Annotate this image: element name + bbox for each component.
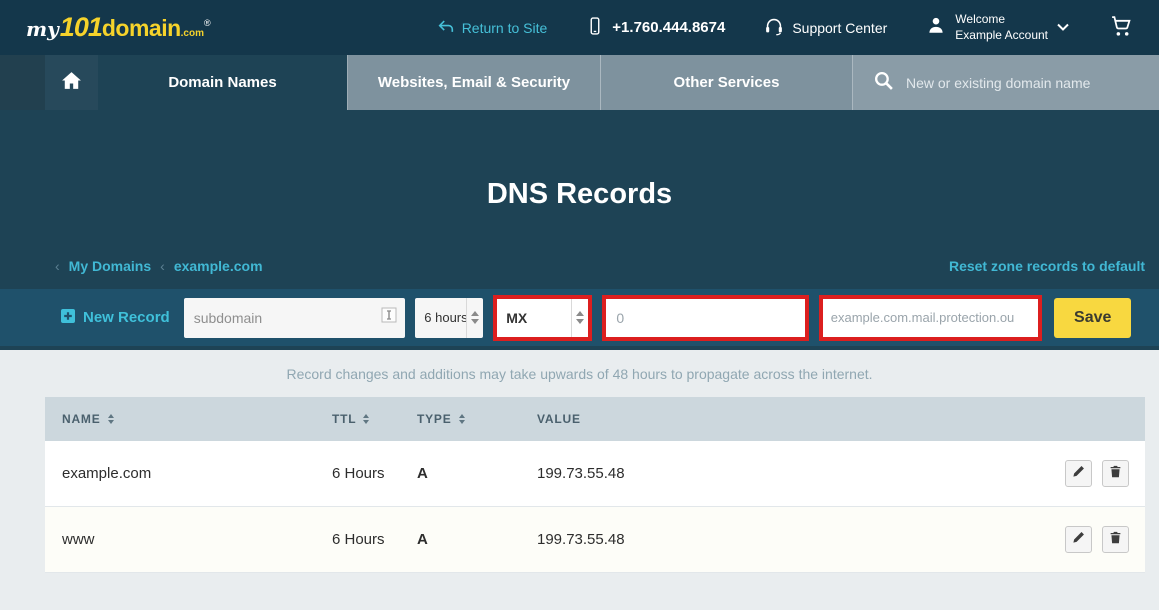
return-arrow-icon	[437, 19, 455, 37]
delete-record-button[interactable]	[1102, 526, 1129, 553]
table-header: NAME TTL TYPE VALUE	[45, 397, 1145, 441]
record-ttl: 6 Hours	[332, 531, 417, 548]
priority-input[interactable]	[616, 310, 794, 326]
priority-field-wrap	[602, 295, 808, 341]
logo-text: my	[26, 17, 59, 41]
record-ttl: 6 Hours	[332, 465, 417, 482]
breadcrumb-domain[interactable]: example.com	[174, 258, 263, 274]
records-content: Record changes and additions may take up…	[0, 350, 1159, 573]
delete-record-button[interactable]	[1102, 460, 1129, 487]
tab-other-services[interactable]: Other Services	[600, 55, 853, 110]
phone-link[interactable]: +1.760.444.8674	[585, 16, 725, 40]
support-center-link[interactable]: Support Center	[763, 15, 887, 40]
headset-icon	[763, 15, 785, 40]
new-record-bar: New Record 6 hours MX Save	[0, 289, 1159, 346]
reset-zone-records-link[interactable]: Reset zone records to default	[949, 258, 1145, 274]
sort-icon	[108, 414, 114, 424]
mobile-phone-icon	[585, 16, 605, 40]
record-type-value: MX	[497, 310, 571, 326]
return-to-site-link[interactable]: Return to Site	[437, 19, 548, 37]
tab-domain-names[interactable]: Domain Names	[98, 55, 347, 110]
main-nav: Domain Names Websites, Email & Security …	[0, 55, 1159, 110]
ttl-value: 6 hours	[415, 310, 466, 325]
record-name: www	[62, 531, 332, 548]
account-menu[interactable]: Welcome Example Account	[925, 12, 1070, 43]
dns-records-table: NAME TTL TYPE VALUE example.com 6 Hours …	[45, 397, 1145, 573]
domain-search-input[interactable]	[906, 75, 1146, 91]
record-type-select[interactable]: MX	[493, 295, 592, 341]
account-name: Example Account	[955, 28, 1048, 42]
breadcrumb: ‹ My Domains ‹ example.com	[55, 258, 263, 274]
plus-square-icon	[60, 308, 76, 328]
breadcrumb-chevron: ‹	[160, 258, 165, 274]
record-name: example.com	[62, 465, 332, 482]
sort-icon	[459, 414, 465, 424]
spinner-arrows-icon	[571, 299, 588, 337]
subdomain-field-wrap	[184, 298, 406, 338]
welcome-text: Welcome	[955, 12, 1005, 26]
record-type: A	[417, 465, 537, 482]
propagation-notice: Record changes and additions may take up…	[0, 366, 1159, 382]
new-record-button[interactable]: New Record	[60, 308, 170, 328]
table-row: www 6 Hours A 199.73.55.48	[45, 507, 1145, 573]
column-header-name[interactable]: NAME	[62, 412, 332, 426]
text-cursor-icon	[381, 307, 397, 328]
column-header-value: VALUE	[537, 412, 1045, 426]
chevron-down-icon	[1056, 19, 1070, 37]
save-button[interactable]: Save	[1054, 298, 1131, 338]
column-header-ttl[interactable]: TTL	[332, 412, 417, 426]
cart-button[interactable]	[1108, 13, 1135, 43]
home-icon	[61, 71, 82, 95]
sort-icon	[363, 414, 369, 424]
user-icon	[925, 14, 947, 41]
column-header-type[interactable]: TYPE	[417, 412, 537, 426]
pencil-icon	[1072, 465, 1085, 482]
breadcrumb-row: ‹ My Domains ‹ example.com Reset zone re…	[0, 256, 1159, 276]
spinner-arrows-icon	[466, 298, 483, 338]
edit-record-button[interactable]	[1065, 526, 1092, 553]
trash-icon	[1109, 531, 1122, 548]
subdomain-input[interactable]	[194, 310, 376, 326]
shopping-cart-icon	[1108, 13, 1135, 43]
search-icon	[873, 70, 894, 96]
breadcrumb-chevron: ‹	[55, 258, 60, 274]
page-title: DNS Records	[0, 176, 1159, 212]
trash-icon	[1109, 465, 1122, 482]
record-value: 199.73.55.48	[537, 465, 1045, 482]
table-row: example.com 6 Hours A 199.73.55.48	[45, 441, 1145, 507]
domain-search-box	[853, 55, 1159, 110]
home-tab[interactable]	[45, 55, 98, 110]
record-value-input[interactable]	[831, 310, 1031, 325]
record-type: A	[417, 531, 537, 548]
tab-websites-email-security[interactable]: Websites, Email & Security	[347, 55, 600, 110]
nav-edge-strip	[0, 55, 45, 110]
top-bar: my101domain.com® Return to Site +1.760.4…	[0, 0, 1159, 55]
value-field-wrap	[819, 295, 1043, 341]
edit-record-button[interactable]	[1065, 460, 1092, 487]
dns-records-section: DNS Records ‹ My Domains ‹ example.com R…	[0, 110, 1159, 350]
site-logo[interactable]: my101domain.com®	[26, 12, 211, 43]
breadcrumb-my-domains[interactable]: My Domains	[69, 258, 151, 274]
ttl-select[interactable]: 6 hours	[415, 298, 483, 338]
record-value: 199.73.55.48	[537, 531, 1045, 548]
pencil-icon	[1072, 531, 1085, 548]
